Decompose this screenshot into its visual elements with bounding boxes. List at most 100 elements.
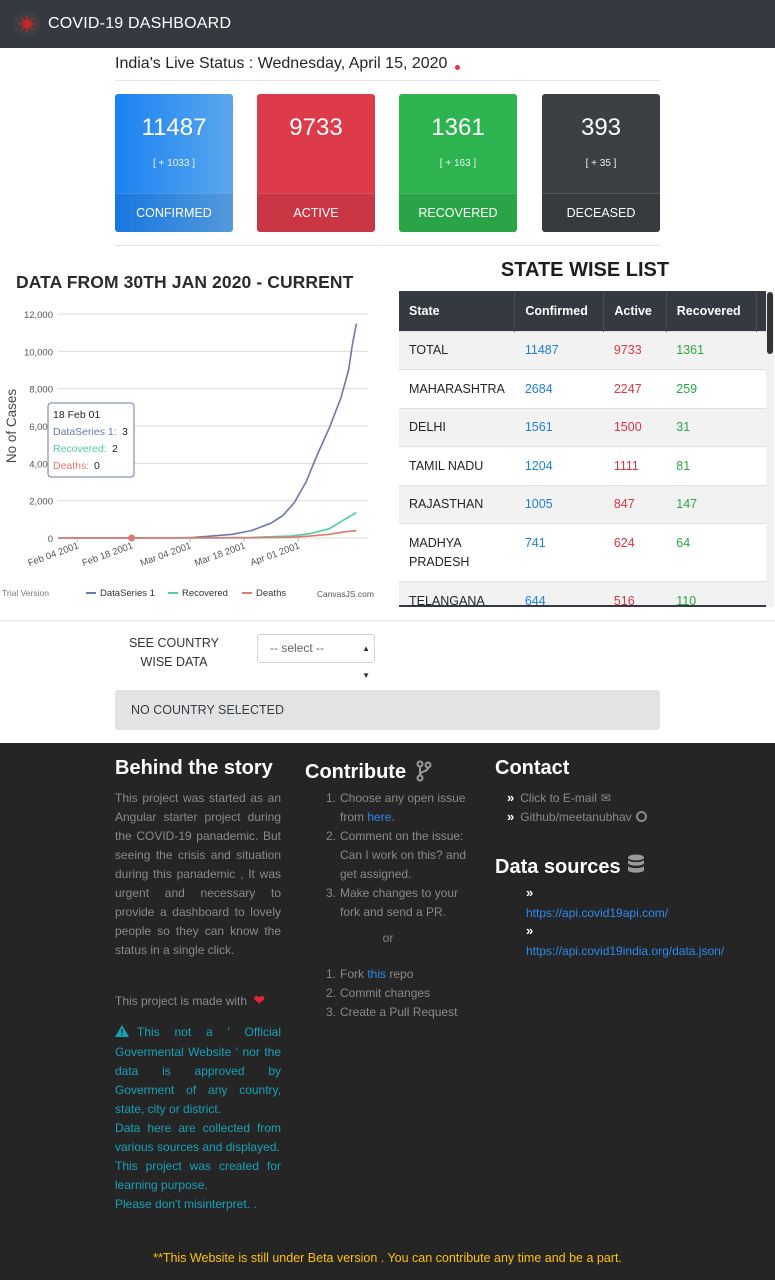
deceased-delta: [ + 35 ] xyxy=(585,158,617,169)
divider xyxy=(0,620,775,621)
state-name: TAMIL NADU xyxy=(399,446,515,485)
source-link-covid19api[interactable]: https://api.covid19api.com/ xyxy=(526,906,668,920)
state-name: MAHARASHTRA xyxy=(399,369,515,408)
step-text: Choose any open issue from xyxy=(340,791,466,824)
tooltip-value: 0 xyxy=(94,460,100,472)
email-link[interactable]: » Click to E-mail ✉ xyxy=(507,790,611,805)
active-cell: 624 xyxy=(603,523,667,582)
no-country-alert: NO COUNTRY SELECTED xyxy=(115,690,660,730)
table-row[interactable]: RAJASTHAN 1005 847 147 11 xyxy=(399,484,769,524)
table-row[interactable]: TAMIL NADU 1204 1111 81 12 xyxy=(399,446,769,485)
disclaimer: This not a ' Official Govermental Websit… xyxy=(115,1023,281,1214)
y-tick-label: 10,000 xyxy=(24,347,53,358)
active-cell: 847 xyxy=(603,484,667,524)
x-tick-label: Mar 04 2001 xyxy=(139,540,193,569)
legend-label: DataSeries 1 xyxy=(100,588,155,599)
footer: Behind the story This project was starte… xyxy=(0,743,775,1280)
active-label: ACTIVE xyxy=(257,193,375,232)
state-table-container[interactable]: State Confirmed Active Recovered Decea T… xyxy=(399,291,769,607)
double-chevron-icon: » xyxy=(526,923,534,938)
confirmed-cell: 741 xyxy=(514,523,604,582)
navbar: COVID-19 DASHBOARD xyxy=(0,0,775,48)
y-tick-label: 2,000 xyxy=(29,497,53,508)
confirmed-delta: [ + 1033 ] xyxy=(153,158,195,169)
table-row[interactable]: TELANGANA 644 516 110 18 xyxy=(399,581,769,605)
made-with-text: This project is made with xyxy=(115,994,248,1008)
deceased-count: 393 xyxy=(580,114,622,141)
state-name: TOTAL xyxy=(399,330,515,370)
or-separator: or xyxy=(382,931,394,945)
recovered-delta: [ + 163 ] xyxy=(439,158,477,169)
recovered-cell: 110 xyxy=(666,581,757,605)
email-label: Click to E-mail xyxy=(520,790,597,805)
source-link-covid19india[interactable]: https://api.covid19india.org/data.json/ xyxy=(526,944,724,958)
contribute-steps: 1. Choose any open issue from here. 2. Com… xyxy=(322,789,472,922)
state-name: TELANGANA xyxy=(399,581,515,605)
active-card: 9733 ACTIVE xyxy=(257,94,375,232)
canvasjs-credit: CanvasJS.com xyxy=(317,589,374,599)
trial-version-text: Trial Version xyxy=(2,588,49,598)
git-branch-icon xyxy=(416,760,432,788)
recovered-label: RECOVERED xyxy=(399,193,517,232)
table-row[interactable]: MAHARASHTRA 2684 2247 259 178 xyxy=(399,369,769,408)
contribute-title: Contribute xyxy=(305,761,407,783)
table-scrollbar-thumb[interactable] xyxy=(767,292,773,354)
confirmed-cell: 11487 xyxy=(514,330,604,370)
live-indicator-dot xyxy=(455,64,461,70)
col-recovered: Recovered xyxy=(666,291,758,331)
live-status-heading: India's Live Status : Wednesday, April 1… xyxy=(115,48,660,81)
country-select[interactable]: -- select -- ▲ ▼ xyxy=(257,634,375,680)
github-link[interactable]: » Github/meetanubhav xyxy=(507,809,647,824)
state-name: DELHI xyxy=(399,407,515,447)
deceased-card: 393 [ + 35 ] DECEASED xyxy=(542,94,660,232)
fork-steps: 1. Fork this repo 2. Commit changes 3. Crea… xyxy=(322,965,472,1022)
live-status-text: India's Live Status : Wednesday, April 1… xyxy=(115,55,448,72)
contact-heading: Contact xyxy=(495,757,570,779)
table-row[interactable]: TOTAL 11487 9733 1361 393 xyxy=(399,330,769,370)
recovered-card: 1361 [ + 163 ] RECOVERED xyxy=(399,94,517,232)
contribute-heading: Contribute xyxy=(305,757,432,788)
step-text: Comment on the issue: Can I work on this… xyxy=(340,829,467,881)
x-tick-label: Mar 18 2001 xyxy=(193,540,247,569)
divider xyxy=(115,245,660,246)
cases-line-chart[interactable]: 12,000 10,000 8,000 6,000 4,000 2,000 0 No of C… xyxy=(0,300,380,605)
confirmed-count: 11487 xyxy=(141,114,207,141)
step-text: . xyxy=(391,810,395,824)
issues-link[interactable]: here xyxy=(367,810,391,824)
sources-note: Data here are collected from various sou… xyxy=(115,1121,281,1154)
highlight-point xyxy=(128,534,136,542)
repo-link[interactable]: this xyxy=(367,967,386,981)
chart-title: DATA FROM 30TH JAN 2020 - CURRENT xyxy=(16,272,354,292)
table-row[interactable]: MADHYA PRADESH 741 624 64 53 xyxy=(399,523,769,582)
deceased-label: DECEASED xyxy=(542,193,660,232)
active-cell: 2247 xyxy=(603,369,667,408)
x-tick-label: Apr 01 2001 xyxy=(249,540,301,568)
recovered-cell: 259 xyxy=(666,369,757,408)
story-heading: Behind the story xyxy=(115,757,273,779)
table-row[interactable]: DELHI 1561 1500 31 30 xyxy=(399,407,769,447)
virus-logo-icon[interactable] xyxy=(14,11,40,37)
legend-label: Recovered xyxy=(182,588,228,599)
y-tick-label: 8,000 xyxy=(29,385,53,396)
list-item: 3. Make changes to your fork and send a P… xyxy=(322,884,472,922)
sources-heading: Data sources xyxy=(495,854,645,880)
confirmed-cell: 1561 xyxy=(514,407,604,447)
col-state: State xyxy=(399,291,516,331)
confirmed-cell: 2684 xyxy=(514,369,604,408)
chart-canvas[interactable]: 12,00010,0008,0006,0004,0002,0000No of C… xyxy=(0,300,380,605)
y-tick-label: 0 xyxy=(48,534,53,545)
country-select-value: -- select -- xyxy=(270,641,324,655)
series-line-recovered xyxy=(58,511,357,539)
step-text: Commit changes xyxy=(340,986,431,1000)
col-confirmed: Confirmed xyxy=(514,291,605,331)
confirmed-label: CONFIRMED xyxy=(115,193,233,232)
heart-icon: ❤ xyxy=(253,992,266,1008)
brand-title[interactable]: COVID-19 DASHBOARD xyxy=(48,15,231,33)
select-arrow-icon: ▲ ▼ xyxy=(362,644,370,680)
recovered-cell: 81 xyxy=(666,446,757,485)
envelope-icon: ✉ xyxy=(600,790,611,805)
list-item: 1. Fork this repo xyxy=(325,967,414,981)
github-label: Github/meetanubhav xyxy=(520,809,632,824)
double-chevron-icon: » xyxy=(507,809,515,824)
tooltip-label: DataSeries 1: xyxy=(53,426,117,438)
